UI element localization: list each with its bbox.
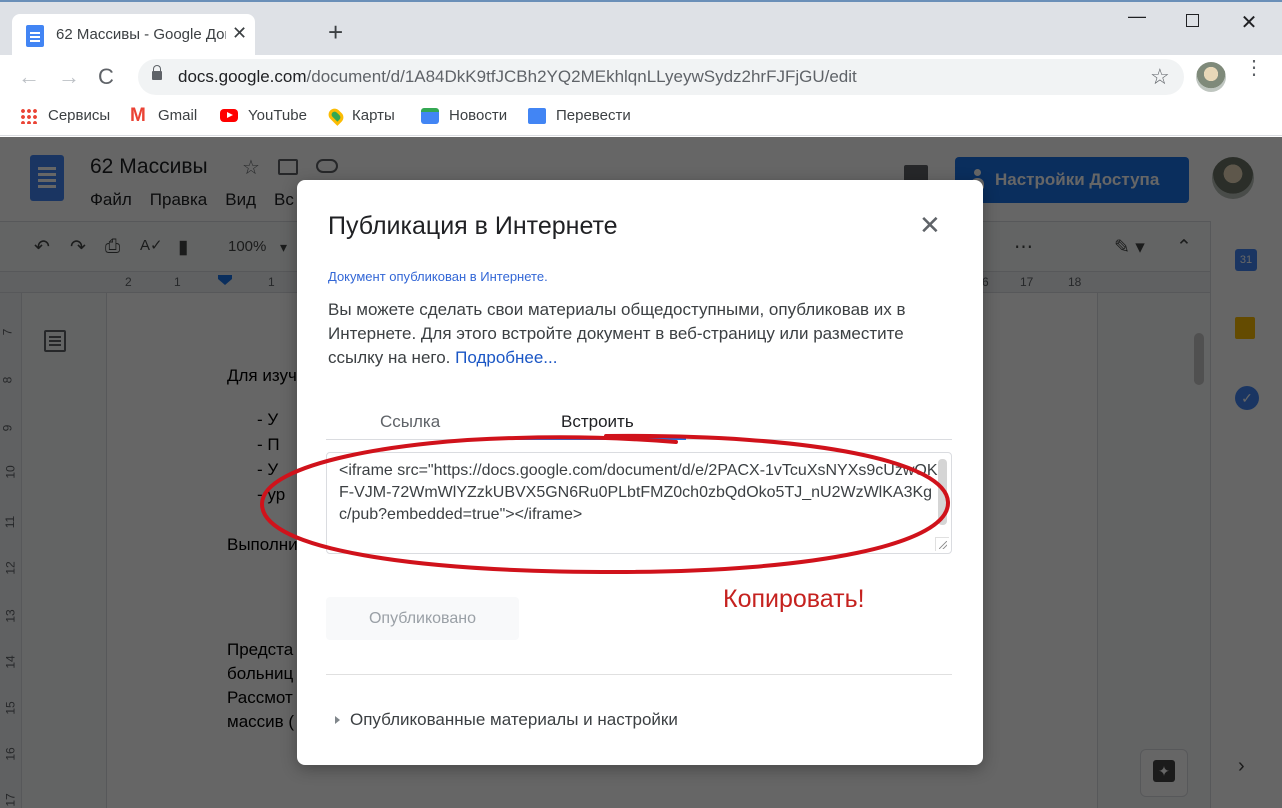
maximize-icon	[1185, 14, 1199, 27]
tab-embed[interactable]: Встроить	[561, 412, 634, 432]
new-tab-button[interactable]: +	[328, 19, 343, 45]
bookmark-maps[interactable]: Карты	[326, 105, 395, 126]
divider	[326, 674, 952, 675]
bookmark-label: Сервисы	[48, 107, 111, 124]
bookmarks-bar: Сервисы Gmail YouTube Карты Новости Пере…	[0, 99, 1282, 136]
publish-status: Документ опубликован в Интернете.	[328, 269, 548, 284]
reload-button[interactable]: C	[98, 64, 114, 90]
bookmark-label: Карты	[352, 107, 395, 124]
description-text: Вы можете сделать свои материалы общедос…	[328, 300, 906, 367]
window-close-button[interactable]: ✕	[1234, 10, 1264, 35]
screen: 62 Массивы - Google Документы ✕ + — ✕ ← …	[0, 0, 1282, 808]
url-host: docs.google.com	[178, 67, 307, 86]
profile-avatar[interactable]	[1196, 62, 1226, 92]
dialog-description: Вы можете сделать свои материалы общедос…	[328, 298, 958, 370]
bookmark-label: Gmail	[158, 107, 198, 124]
tab-close-icon[interactable]: ✕	[232, 23, 247, 44]
bookmark-gmail[interactable]: Gmail	[130, 105, 198, 127]
embed-code-text: <iframe src="https://docs.google.com/doc…	[339, 462, 938, 523]
publish-dialog: Публикация в Интернете ✕ Документ опубли…	[297, 180, 983, 765]
maps-icon	[326, 105, 346, 126]
youtube-icon	[220, 109, 238, 122]
active-tab-indicator	[516, 436, 686, 440]
browser-tab-active[interactable]: 62 Массивы - Google Документы ✕	[12, 14, 255, 57]
back-button[interactable]: ←	[18, 64, 40, 90]
translate-icon	[528, 107, 546, 124]
dialog-title: Публикация в Интернете	[328, 212, 618, 240]
published-button[interactable]: Опубликовано	[326, 597, 519, 640]
expand-triangle-icon	[335, 716, 340, 724]
window-maximize-button[interactable]	[1177, 10, 1207, 32]
news-icon	[421, 107, 439, 124]
bookmark-translate[interactable]: Перевести	[528, 107, 631, 124]
bookmark-star-icon[interactable]: ☆	[1150, 64, 1170, 90]
tab-title: 62 Массивы - Google Документы	[56, 26, 226, 43]
window-minimize-button[interactable]: —	[1122, 6, 1152, 27]
browser-tabstrip: 62 Массивы - Google Документы ✕ + — ✕	[0, 0, 1282, 57]
close-icon[interactable]: ✕	[919, 212, 941, 238]
bookmark-label: Перевести	[556, 107, 631, 124]
bookmark-news[interactable]: Новости	[421, 107, 507, 124]
expander-label: Опубликованные материалы и настройки	[350, 710, 678, 729]
learn-more-link[interactable]: Подробнее...	[455, 348, 557, 367]
apps-icon	[20, 107, 38, 124]
browser-menu-icon[interactable]: ⋮	[1244, 58, 1264, 78]
resize-handle[interactable]	[935, 537, 949, 551]
bookmark-apps[interactable]: Сервисы	[20, 107, 110, 124]
embed-code-textarea[interactable]: <iframe src="https://docs.google.com/doc…	[326, 452, 952, 554]
bookmark-label: YouTube	[248, 107, 307, 124]
url-path: /document/d/1A84DkK9tfJCBh2YQ2MEkhlqnLLy…	[306, 67, 857, 86]
google-docs-icon	[26, 25, 44, 47]
bookmark-youtube[interactable]: YouTube	[220, 107, 307, 124]
bookmark-label: Новости	[449, 107, 508, 124]
dialog-tabs: Ссылка Встроить	[326, 406, 952, 440]
lock-icon[interactable]	[152, 65, 162, 80]
published-settings-expander[interactable]: Опубликованные материалы и настройки	[335, 710, 678, 730]
address-bar[interactable]: docs.google.com/document/d/1A84DkK9tfJCB…	[138, 59, 1184, 95]
browser-toolbar: ← → C docs.google.com/document/d/1A84DkK…	[0, 55, 1282, 99]
tab-link[interactable]: Ссылка	[380, 412, 440, 432]
forward-button[interactable]: →	[58, 64, 80, 90]
gmail-icon	[130, 105, 148, 127]
textarea-scrollbar[interactable]	[938, 459, 947, 525]
copy-annotation: Копировать!	[723, 585, 865, 613]
url-text[interactable]: docs.google.com/document/d/1A84DkK9tfJCB…	[178, 67, 857, 87]
